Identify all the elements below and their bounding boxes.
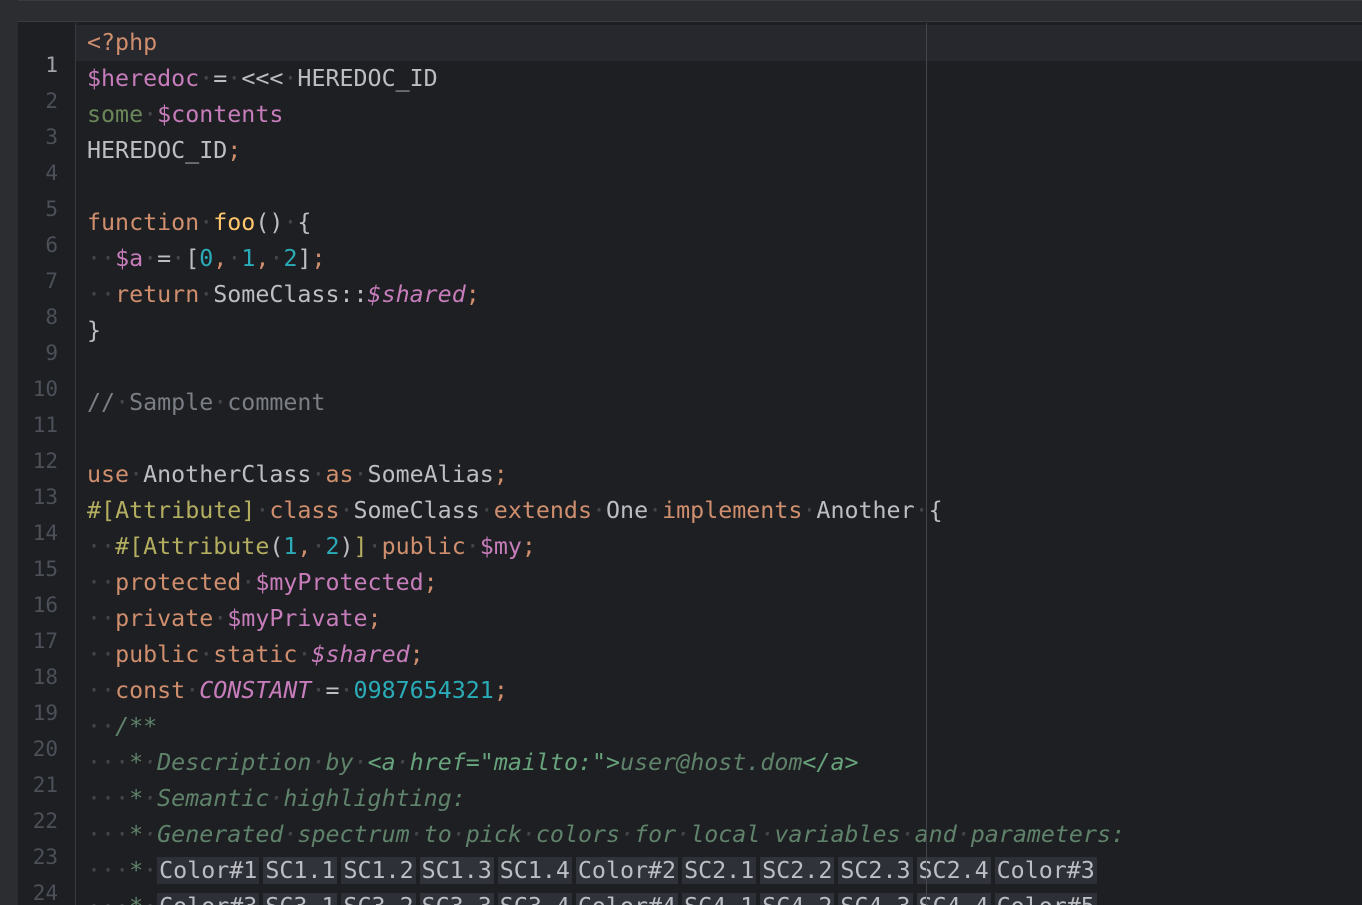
line-number[interactable]: 12	[18, 443, 58, 479]
line-number[interactable]: 8	[18, 299, 58, 335]
code-line[interactable]: ··$a·=·[0,·1,·2];	[87, 241, 326, 277]
line-number[interactable]: 23	[18, 839, 58, 875]
line-number[interactable]: 18	[18, 659, 58, 695]
code-line[interactable]: ···*·Description·by·<a·href="mailto:">us…	[87, 745, 859, 781]
line-number[interactable]: 21	[18, 767, 58, 803]
code-line[interactable]: $heredoc·=·<<<·HEREDOC_ID	[87, 61, 438, 97]
current-line-highlight	[18, 25, 1362, 61]
code-line[interactable]: #[Attribute]·class·SomeClass·extends·One…	[87, 493, 943, 529]
editor-top-strip	[18, 1, 1362, 22]
color-spectrum-chip: SC2.2	[760, 857, 835, 884]
color-spectrum-chip: SC3.1	[263, 893, 338, 905]
code-line[interactable]: <?php	[87, 25, 157, 61]
line-number[interactable]: 19	[18, 695, 58, 731]
right-margin-guide	[926, 23, 927, 905]
color-spectrum-chip: Color#2	[575, 857, 679, 884]
code-editor[interactable]: 1234567891011121314151617181920212223242…	[18, 0, 1362, 905]
color-spectrum-chip: Color#3	[994, 857, 1097, 884]
color-spectrum-chip: SC1.4	[497, 857, 572, 884]
line-number[interactable]: 15	[18, 551, 58, 587]
color-spectrum-chip: SC4.1	[682, 893, 757, 905]
color-spectrum-chip: SC4.4	[916, 893, 991, 905]
line-number[interactable]: 11	[18, 407, 58, 443]
line-number[interactable]: 2	[18, 83, 58, 119]
color-spectrum-chip: SC2.3	[838, 857, 913, 884]
code-line[interactable]: function·foo()·{	[87, 205, 311, 241]
code-line[interactable]: ··protected·$myProtected;	[87, 565, 438, 601]
line-number[interactable]: 9	[18, 335, 58, 371]
code-line[interactable]: ···*·Semantic·highlighting:	[87, 781, 466, 817]
code-line[interactable]: ···*·Generated·spectrum·to·pick·colors·f…	[87, 817, 1125, 853]
gutter-separator	[75, 23, 76, 905]
color-spectrum-chip: SC3.3	[419, 893, 494, 905]
code-line[interactable]: ··const·CONSTANT·=·0987654321;	[87, 673, 508, 709]
line-number[interactable]: 20	[18, 731, 58, 767]
line-number[interactable]: 22	[18, 803, 58, 839]
code-line[interactable]: ··return·SomeClass::$shared;	[87, 277, 480, 313]
line-number[interactable]: 5	[18, 191, 58, 227]
line-number[interactable]: 14	[18, 515, 58, 551]
line-number[interactable]: 3	[18, 119, 58, 155]
line-number[interactable]: 10	[18, 371, 58, 407]
color-spectrum-chip: Color#4	[575, 893, 679, 905]
color-spectrum-chip: SC1.1	[263, 857, 338, 884]
color-spectrum-chip: SC4.3	[838, 893, 913, 905]
code-line[interactable]: }	[87, 313, 101, 349]
color-spectrum-chip: SC3.4	[497, 893, 572, 905]
color-spectrum-chip: SC1.3	[419, 857, 494, 884]
code-line[interactable]: use·AnotherClass·as·SomeAlias;	[87, 457, 508, 493]
line-number[interactable]: 4	[18, 155, 58, 191]
line-number-gutter[interactable]: 1234567891011121314151617181920212223242…	[18, 23, 76, 905]
code-line[interactable]: ··public·static·$shared;	[87, 637, 424, 673]
line-number[interactable]: 13	[18, 479, 58, 515]
color-spectrum-chip: Color#3	[157, 893, 260, 905]
line-number[interactable]: 7	[18, 263, 58, 299]
code-line[interactable]: HEREDOC_ID;	[87, 133, 241, 169]
code-line[interactable]: some·$contents	[87, 97, 283, 133]
line-number[interactable]: 1	[18, 47, 58, 83]
color-spectrum-chip: Color#1	[157, 857, 260, 884]
color-spectrum-chip: Color#5	[994, 893, 1097, 905]
code-line[interactable]: ···*·Color#1 SC1.1 SC1.2 SC1.3 SC1.4 Color#2 S…	[87, 853, 1101, 889]
line-number[interactable]: 6	[18, 227, 58, 263]
code-line[interactable]: //·Sample·comment	[87, 385, 325, 421]
code-line[interactable]: ···*·Color#3SC3.1SC3.2SC3.3SC3.4Color#4S…	[87, 889, 1101, 905]
color-spectrum-chip: SC2.1	[682, 857, 757, 884]
color-spectrum-chip: SC2.4	[916, 857, 991, 884]
line-number[interactable]: 17	[18, 623, 58, 659]
color-spectrum-chip: SC1.2	[341, 857, 416, 884]
code-line[interactable]: ··/**	[87, 709, 157, 745]
line-number[interactable]: 24	[18, 875, 58, 905]
color-spectrum-chip: SC4.2	[760, 893, 835, 905]
line-number[interactable]: 16	[18, 587, 58, 623]
code-line[interactable]: ··#[Attribute(1,·2)]·public·$my;	[87, 529, 536, 565]
color-spectrum-chip: SC3.2	[341, 893, 416, 905]
code-line[interactable]: ··private·$myPrivate;	[87, 601, 382, 637]
